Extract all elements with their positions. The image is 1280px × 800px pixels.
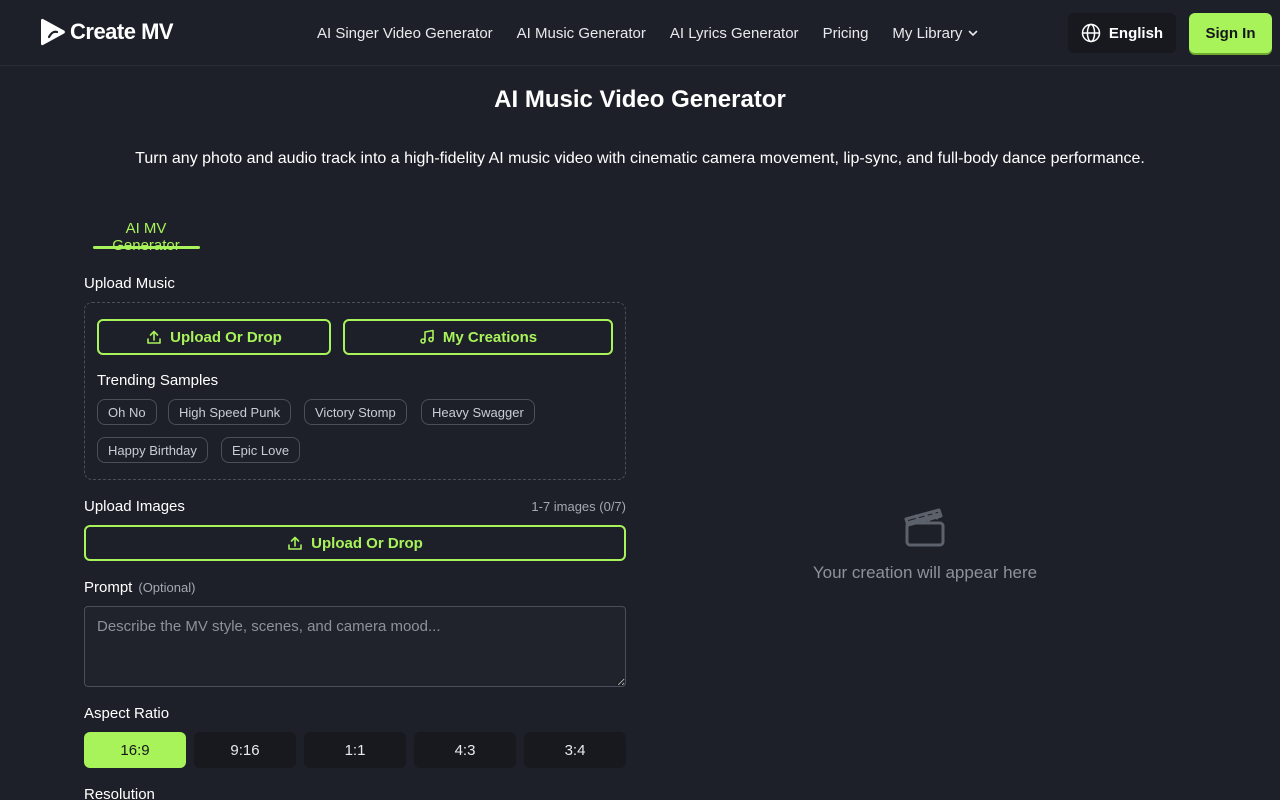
- nav-ai-lyrics-generator[interactable]: AI Lyrics Generator: [670, 25, 799, 42]
- upload-images-button[interactable]: Upload Or Drop: [84, 525, 626, 561]
- resolution-label: Resolution: [84, 786, 155, 800]
- upload-images-button-label: Upload Or Drop: [311, 534, 423, 552]
- aspect-ratio-4-3[interactable]: 4:3: [414, 732, 516, 768]
- nav-my-library-label: My Library: [892, 24, 963, 42]
- top-header: Create MV AI Singer Video Generator AI M…: [0, 0, 1280, 66]
- logo[interactable]: Create MV: [40, 17, 174, 47]
- sample-chip-high-speed-punk[interactable]: High Speed Punk: [168, 399, 292, 425]
- language-button[interactable]: English: [1068, 13, 1176, 53]
- sample-chip-epic-love[interactable]: Epic Love: [221, 437, 301, 463]
- aspect-ratio-1-1[interactable]: 1:1: [304, 732, 406, 768]
- prompt-label: Prompt: [84, 579, 133, 596]
- nav-ai-singer-video-generator[interactable]: AI Singer Video Generator: [317, 25, 493, 42]
- language-label: English: [1108, 24, 1164, 42]
- aspect-ratio-16-9[interactable]: 16:9: [84, 732, 186, 768]
- chevron-down-icon: [969, 30, 978, 37]
- upload-music-label: Upload Music: [84, 275, 175, 292]
- preview-placeholder-text: Your creation will appear here: [812, 563, 1038, 582]
- sample-chip-happy-birthday[interactable]: Happy Birthday: [97, 437, 208, 463]
- sample-chip-oh-no[interactable]: Oh No: [97, 399, 157, 425]
- sign-in-button[interactable]: Sign In: [1189, 13, 1272, 53]
- upload-icon: [147, 330, 161, 344]
- prompt-input[interactable]: [84, 606, 626, 687]
- sample-chip-heavy-swagger[interactable]: Heavy Swagger: [421, 399, 535, 425]
- globe-icon: [1081, 23, 1101, 43]
- aspect-ratio-9-16[interactable]: 9:16: [194, 732, 296, 768]
- upload-music-button[interactable]: Upload Or Drop: [97, 319, 331, 355]
- upload-music-dropzone[interactable]: Upload Or Drop My Creations Trending Sam…: [84, 302, 626, 480]
- prompt-label-row: Prompt (Optional): [84, 579, 195, 596]
- page-title: AI Music Video Generator: [494, 86, 786, 113]
- preview-placeholder: Your creation will appear here: [660, 505, 1190, 583]
- my-creations-button-label: My Creations: [442, 328, 538, 346]
- main-nav: AI Singer Video Generator AI Music Gener…: [317, 0, 1002, 66]
- logo-play-icon: [41, 18, 65, 46]
- sample-chip-victory-stomp[interactable]: Victory Stomp: [304, 399, 407, 425]
- page-subtitle: Turn any photo and audio track into a hi…: [135, 150, 1145, 167]
- nav-my-library[interactable]: My Library: [892, 25, 978, 42]
- upload-icon: [288, 536, 302, 550]
- upload-images-label: Upload Images: [84, 498, 185, 515]
- aspect-ratio-label: Aspect Ratio: [84, 705, 170, 722]
- upload-music-button-label: Upload Or Drop: [170, 328, 282, 346]
- upload-images-hint: 1-7 images (0/7): [531, 499, 626, 514]
- tab-active-indicator: [93, 246, 200, 249]
- nav-pricing[interactable]: Pricing: [823, 25, 869, 42]
- trending-samples-label: Trending Samples: [97, 372, 219, 389]
- my-creations-button[interactable]: My Creations: [343, 319, 613, 355]
- nav-ai-music-generator[interactable]: AI Music Generator: [517, 25, 646, 42]
- logo-text: Create MV: [70, 19, 174, 44]
- music-note-icon: [420, 329, 434, 344]
- prompt-optional-label: (Optional): [138, 580, 196, 595]
- aspect-ratio-3-4[interactable]: 3:4: [524, 732, 626, 768]
- clapperboard-icon: [904, 508, 945, 547]
